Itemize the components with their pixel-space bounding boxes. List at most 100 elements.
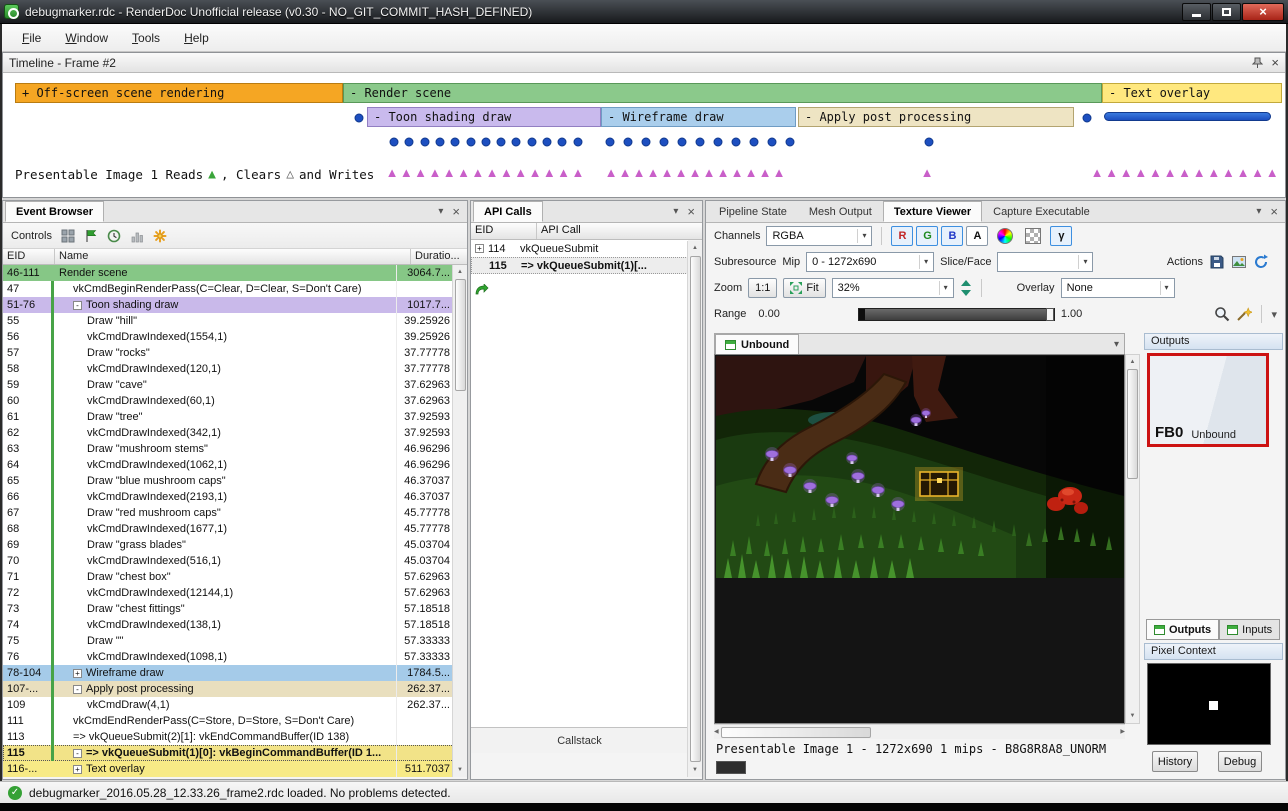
maximize-button[interactable]	[1212, 3, 1241, 21]
draw-dot[interactable]	[642, 138, 651, 147]
tab-inputs[interactable]: Inputs	[1219, 619, 1280, 640]
event-row-72[interactable]: 72vkCmdDrawIndexed(12144,1)57.62963	[3, 585, 454, 601]
viewport-hscrollbar[interactable]: ◀ ▶	[714, 724, 1125, 739]
menu-help[interactable]: Help	[172, 27, 221, 49]
close-button[interactable]: ×	[1242, 3, 1284, 21]
callstack-section[interactable]: Callstack	[471, 727, 688, 753]
overlay-dropdown[interactable]: None▾	[1061, 278, 1175, 298]
event-row-56[interactable]: 56vkCmdDrawIndexed(1554,1)39.25926	[3, 329, 454, 345]
timeline-canvas[interactable]: + Off-screen scene rendering - Render sc…	[3, 73, 1285, 197]
draw-dot[interactable]	[405, 138, 414, 147]
api-call-row-current[interactable]: 115 => vkQueueSubmit(1)[...	[471, 257, 688, 274]
clock-icon[interactable]	[107, 229, 121, 243]
draw-dot[interactable]	[696, 138, 705, 147]
right-panel-close-icon[interactable]: ×	[1270, 204, 1278, 219]
event-row-69[interactable]: 69Draw "grass blades"45.03704	[3, 537, 454, 553]
colorwheel-button[interactable]	[994, 226, 1016, 246]
event-row-66[interactable]: 66vkCmdDrawIndexed(2193,1)46.37037	[3, 489, 454, 505]
slice-face-dropdown[interactable]: ▾	[997, 252, 1093, 272]
tab-capture-executable[interactable]: Capture Executable	[982, 201, 1101, 222]
draw-dot[interactable]	[1083, 114, 1092, 123]
api-call-row[interactable]: + 114 vkQueueSubmit	[471, 240, 688, 257]
minimize-button[interactable]	[1182, 3, 1211, 21]
grid-icon[interactable]	[61, 229, 75, 243]
event-row-65[interactable]: 65Draw "blue mushroom caps"46.37037	[3, 473, 454, 489]
menu-file[interactable]: File	[10, 27, 53, 49]
fb0-thumbnail[interactable]: FB0 Unbound	[1147, 353, 1269, 447]
texture-viewport[interactable]	[714, 354, 1125, 724]
draw-dot[interactable]	[606, 138, 615, 147]
event-browser-menu-icon[interactable]: ▾	[438, 206, 443, 217]
menu-window[interactable]: Window	[53, 27, 120, 49]
api-calls-close-icon[interactable]: ×	[687, 204, 695, 219]
tab-event-browser[interactable]: Event Browser	[5, 201, 104, 222]
tab-api-calls[interactable]: API Calls	[473, 201, 543, 222]
timeline-bar-render-scene[interactable]: - Render scene	[343, 83, 1102, 103]
timeline-overlay-range-bar[interactable]	[1104, 112, 1271, 121]
draw-dot[interactable]	[435, 138, 444, 147]
gamma-button[interactable]: γ	[1050, 226, 1072, 246]
draw-dot[interactable]	[527, 138, 536, 147]
event-row-107-...[interactable]: 107-...-Apply post processing262.37...	[3, 681, 454, 697]
event-row-111[interactable]: 111vkCmdEndRenderPass(C=Store, D=Store, …	[3, 713, 454, 729]
timeline-bar-post[interactable]: - Apply post processing	[798, 107, 1074, 127]
event-row-116-...[interactable]: 116-...+Text overlay511.7037	[3, 761, 454, 777]
draw-dot[interactable]	[750, 138, 759, 147]
event-row-60[interactable]: 60vkCmdDrawIndexed(60,1)37.62963	[3, 393, 454, 409]
event-row-51-76[interactable]: 51-76-Toon shading draw1017.7...	[3, 297, 454, 313]
zoom-1to1-button[interactable]: 1:1	[748, 278, 777, 298]
api-calls-menu-icon[interactable]: ▾	[673, 206, 678, 217]
event-row-67[interactable]: 67Draw "red mushroom caps"45.77778	[3, 505, 454, 521]
tab-outputs[interactable]: Outputs	[1146, 619, 1219, 640]
event-row-58[interactable]: 58vkCmdDrawIndexed(120,1)37.77778	[3, 361, 454, 377]
draw-dot[interactable]	[768, 138, 777, 147]
event-row-55[interactable]: 55Draw "hill"39.25926	[3, 313, 454, 329]
draw-dot[interactable]	[543, 138, 552, 147]
draw-dot[interactable]	[678, 138, 687, 147]
pin-icon[interactable]	[1252, 57, 1263, 69]
save-icon[interactable]	[1209, 254, 1225, 270]
chart-icon[interactable]	[130, 229, 144, 243]
tab-texture-viewer[interactable]: Texture Viewer	[883, 201, 982, 222]
channels-dropdown[interactable]: RGBA▾	[766, 226, 872, 246]
event-row-75[interactable]: 75Draw ""57.33333	[3, 633, 454, 649]
tab-mesh-output[interactable]: Mesh Output	[798, 201, 883, 222]
tab-pipeline-state[interactable]: Pipeline State	[708, 201, 798, 222]
open-image-icon[interactable]	[1231, 254, 1247, 270]
star-icon[interactable]	[153, 229, 167, 243]
channel-g-button[interactable]: G	[916, 226, 938, 246]
draw-dot[interactable]	[355, 114, 364, 123]
timeline-bar-wireframe[interactable]: - Wireframe draw	[601, 107, 796, 127]
draw-dot[interactable]	[573, 138, 582, 147]
timeline-bar-offscreen[interactable]: + Off-screen scene rendering	[15, 83, 343, 103]
event-row-115[interactable]: 115-=> vkQueueSubmit(1)[0]: vkBeginComma…	[3, 745, 454, 761]
range-handle-black[interactable]	[859, 309, 865, 320]
menu-tools[interactable]: Tools	[120, 27, 172, 49]
refresh-icon[interactable]	[1253, 254, 1269, 270]
range-handle-white[interactable]	[1046, 308, 1054, 321]
event-row-46-111[interactable]: 46-111Render scene3064.7...	[3, 265, 454, 281]
right-panel-menu-icon[interactable]: ▾	[1256, 206, 1261, 217]
draw-dot[interactable]	[466, 138, 475, 147]
toolbar-overflow-icon[interactable]: ▾	[1271, 308, 1277, 321]
checker-background-button[interactable]	[1022, 226, 1044, 246]
event-row-113[interactable]: 113=> vkQueueSubmit(2)[1]: vkEndCommandB…	[3, 729, 454, 745]
magnifier-icon[interactable]	[1214, 306, 1230, 322]
event-row-78-104[interactable]: 78-104+Wireframe draw1784.5...	[3, 665, 454, 681]
tab-unbound-texture[interactable]: Unbound	[715, 334, 799, 354]
event-browser-close-icon[interactable]: ×	[452, 204, 460, 219]
event-row-47[interactable]: 47vkCmdBeginRenderPass(C=Clear, D=Clear,…	[3, 281, 454, 297]
event-row-70[interactable]: 70vkCmdDrawIndexed(516,1)45.03704	[3, 553, 454, 569]
api-calls-scrollbar[interactable]: ▲ ▼	[687, 241, 702, 777]
event-row-64[interactable]: 64vkCmdDrawIndexed(1062,1)46.96296	[3, 457, 454, 473]
draw-dot[interactable]	[451, 138, 460, 147]
draw-dot[interactable]	[420, 138, 429, 147]
event-row-74[interactable]: 74vkCmdDrawIndexed(138,1)57.18518	[3, 617, 454, 633]
event-row-61[interactable]: 61Draw "tree"37.92593	[3, 409, 454, 425]
flag-icon[interactable]	[84, 229, 98, 243]
event-row-71[interactable]: 71Draw "chest box"57.62963	[3, 569, 454, 585]
event-row-109[interactable]: 109vkCmdDraw(4,1)262.37...	[3, 697, 454, 713]
draw-dot[interactable]	[497, 138, 506, 147]
channel-a-button[interactable]: A	[966, 226, 988, 246]
channel-r-button[interactable]: R	[891, 226, 913, 246]
